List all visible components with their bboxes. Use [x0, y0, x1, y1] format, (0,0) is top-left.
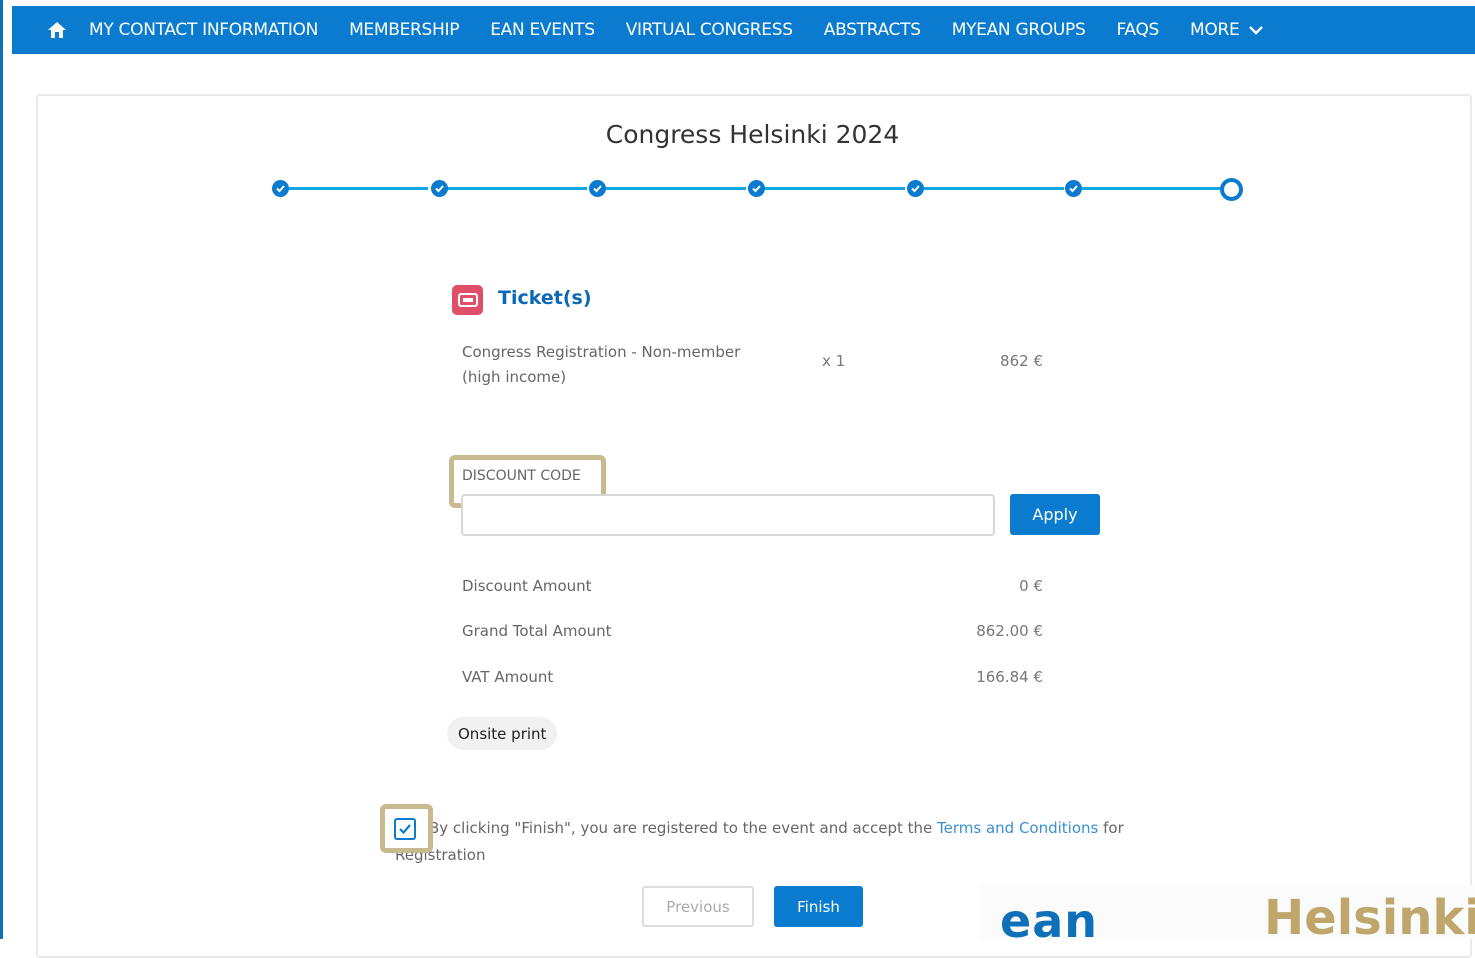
ticket-item-name: Congress Registration - Non-member (high…	[462, 343, 741, 386]
home-icon[interactable]	[37, 6, 77, 54]
ticket-item-price: 862 €	[1000, 352, 1043, 370]
vat-amount-label: VAT Amount	[462, 668, 554, 686]
step-7-current	[1220, 178, 1243, 201]
terms-text-before: By clicking "Finish", you are registered…	[429, 819, 938, 837]
step-5-complete[interactable]	[907, 180, 924, 197]
checkmark-icon	[399, 824, 411, 835]
grand-total-label: Grand Total Amount	[462, 622, 612, 640]
nav-item-faqs[interactable]: FAQS	[1117, 20, 1160, 40]
discount-amount-value: 0 €	[1019, 577, 1043, 595]
step-connector	[287, 187, 428, 190]
ticket-item-quantity: x 1	[822, 352, 846, 370]
nav-item-ean-events[interactable]: EAN EVENTS	[490, 20, 595, 40]
nav-item-more[interactable]: MORE	[1190, 20, 1264, 40]
finish-button[interactable]: Finish	[774, 886, 863, 927]
step-connector	[446, 187, 587, 190]
step-6-complete[interactable]	[1065, 180, 1082, 197]
tickets-heading: Ticket(s)	[498, 287, 592, 309]
nav-more-label: MORE	[1190, 20, 1240, 40]
step-connector	[605, 187, 746, 190]
step-connector	[764, 187, 905, 190]
terms-text: By clicking "Finish", you are registered…	[395, 815, 1175, 869]
step-connector	[923, 187, 1064, 190]
nav-item-membership[interactable]: MEMBERSHIP	[349, 20, 459, 40]
step-4-complete[interactable]	[748, 180, 765, 197]
vat-amount-value: 166.84 €	[976, 668, 1043, 686]
terms-checkbox[interactable]	[394, 818, 416, 840]
step-2-complete[interactable]	[431, 180, 448, 197]
terms-and-conditions-link[interactable]: Terms and Conditions	[937, 819, 1098, 837]
nav-item-myean-groups[interactable]: MYEAN GROUPS	[952, 20, 1086, 40]
progress-stepper	[270, 178, 1243, 201]
discount-code-input[interactable]	[461, 494, 995, 536]
step-3-complete[interactable]	[589, 180, 606, 197]
previous-button[interactable]: Previous	[642, 886, 754, 927]
apply-discount-button[interactable]: Apply	[1010, 494, 1100, 535]
nav-item-abstracts[interactable]: ABSTRACTS	[824, 20, 921, 40]
step-1-complete[interactable]	[272, 180, 289, 197]
chevron-down-icon	[1249, 26, 1264, 35]
step-connector	[1082, 187, 1223, 190]
discount-amount-label: Discount Amount	[462, 577, 592, 595]
helsinki-logo: Helsinki	[1264, 890, 1475, 946]
nav-item-my-contact-information[interactable]: MY CONTACT INFORMATION	[89, 20, 318, 40]
ticket-icon	[452, 285, 483, 315]
ean-logo: ean	[1000, 894, 1098, 948]
page-title: Congress Helsinki 2024	[605, 120, 900, 149]
nav-item-virtual-congress[interactable]: VIRTUAL CONGRESS	[626, 20, 793, 40]
grand-total-value: 862.00 €	[976, 622, 1043, 640]
onsite-print-chip[interactable]: Onsite print	[447, 717, 558, 750]
top-navigation: MY CONTACT INFORMATION MEMBERSHIP EAN EV…	[12, 6, 1475, 54]
discount-code-label: DISCOUNT CODE	[462, 468, 581, 484]
